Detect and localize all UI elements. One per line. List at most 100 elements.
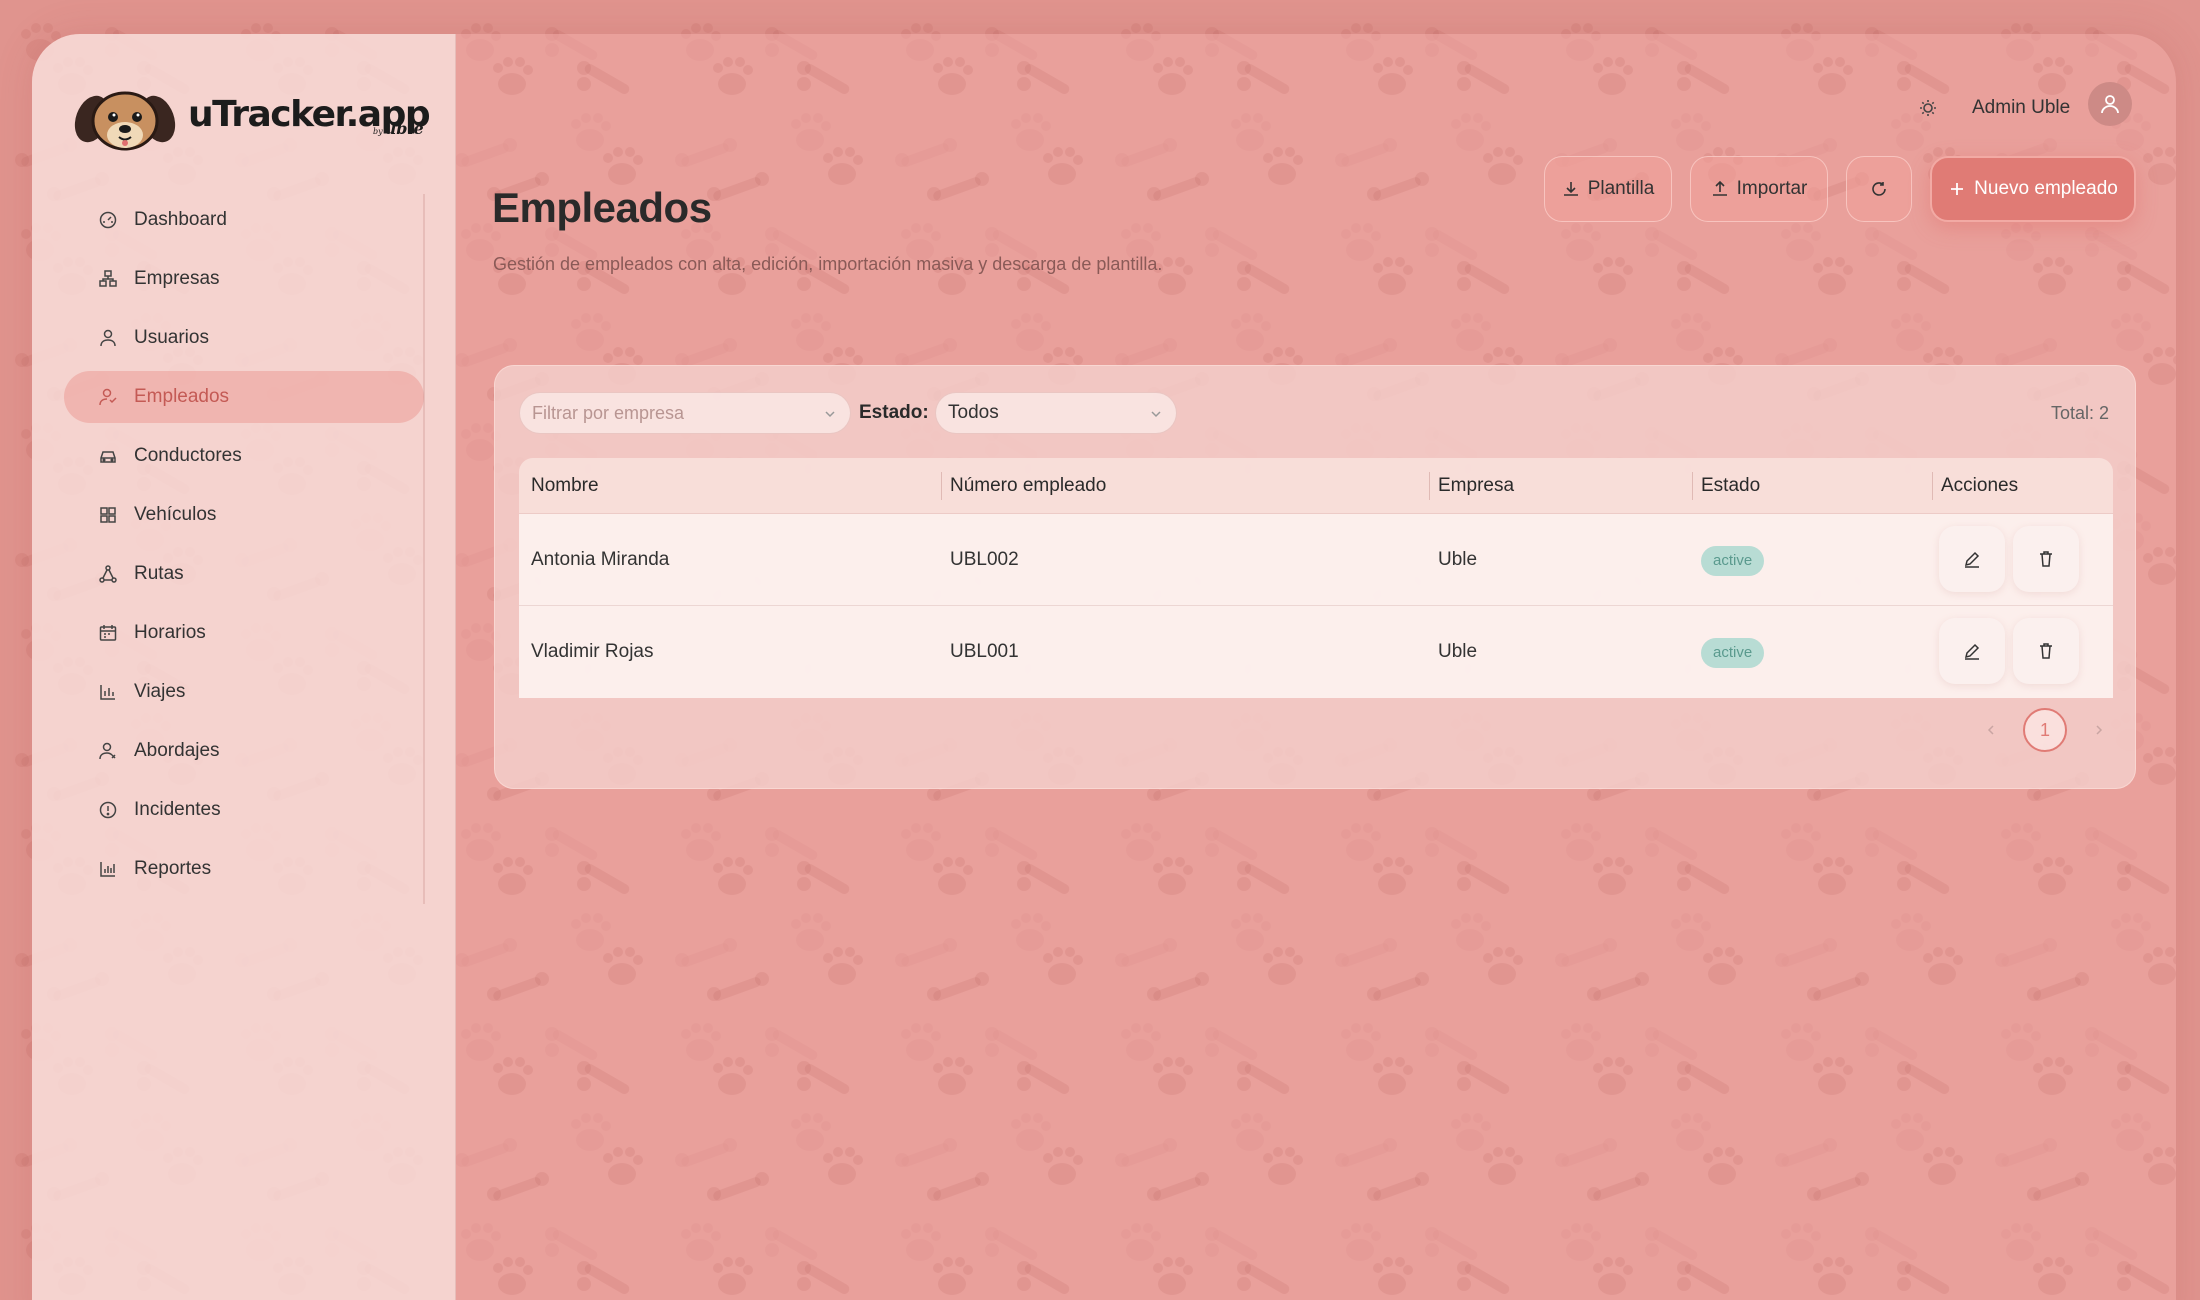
employees-icon bbox=[98, 387, 118, 407]
sidebar-item-label: Incidentes bbox=[134, 799, 221, 820]
upload-icon bbox=[1712, 180, 1727, 196]
bar-chart-icon bbox=[98, 682, 118, 702]
user-avatar-icon bbox=[2101, 95, 2119, 114]
sidebar: uTracker.app by uble Dashboard Empresas U… bbox=[32, 34, 456, 1300]
column-header-acciones: Acciones bbox=[1941, 475, 2019, 496]
cell-empresa: Uble bbox=[1438, 549, 1478, 570]
pencil-icon bbox=[1964, 551, 1980, 568]
new-employee-button[interactable]: Nuevo empleado bbox=[1930, 156, 2136, 222]
sidebar-item-label: Vehículos bbox=[134, 504, 217, 525]
next-page-button[interactable] bbox=[2089, 720, 2109, 740]
column-separator bbox=[1429, 472, 1430, 500]
sidebar-item-conductores[interactable]: Conductores bbox=[64, 430, 424, 482]
sidebar-item-empresas[interactable]: Empresas bbox=[64, 253, 424, 305]
sidebar-item-label: Conductores bbox=[134, 445, 242, 466]
chevron-down-icon bbox=[1151, 411, 1161, 418]
building-icon bbox=[98, 269, 118, 289]
sidebar-item-label: Empresas bbox=[134, 268, 220, 289]
column-separator bbox=[941, 472, 942, 500]
sidebar-item-label: Abordajes bbox=[134, 740, 220, 761]
refresh-button[interactable] bbox=[1846, 156, 1912, 222]
status-filter-select[interactable]: Todos bbox=[935, 392, 1177, 434]
column-header-empresa[interactable]: Empresa bbox=[1438, 458, 1514, 514]
company-filter-placeholder: Filtrar por empresa bbox=[532, 402, 685, 423]
company-filter-select[interactable]: Filtrar por empresa bbox=[519, 392, 851, 434]
sidebar-item-viajes[interactable]: Viajes bbox=[64, 666, 424, 718]
sidebar-item-label: Empleados bbox=[134, 386, 230, 407]
status-filter-label: Estado: bbox=[859, 402, 929, 423]
user-icon bbox=[98, 328, 118, 348]
previous-page-button[interactable] bbox=[1981, 720, 2001, 740]
trash-icon bbox=[2040, 643, 2052, 659]
app-window: uTracker.app by uble Dashboard Empresas U… bbox=[32, 34, 2176, 1300]
column-header-numero[interactable]: Número empleado bbox=[950, 458, 1106, 514]
cell-nombre: Antonia Miranda bbox=[531, 549, 670, 570]
pencil-icon bbox=[1964, 643, 1980, 660]
trash-icon bbox=[2040, 551, 2052, 567]
import-button[interactable]: Importar bbox=[1690, 156, 1828, 222]
status-badge: active bbox=[1701, 638, 1765, 668]
sidebar-item-reportes[interactable]: Reportes bbox=[64, 843, 424, 895]
delete-button[interactable] bbox=[2013, 526, 2079, 592]
table-row[interactable]: Antonia Miranda UBL002 Uble active bbox=[519, 514, 2113, 606]
cell-nombre: Vladimir Rojas bbox=[531, 641, 654, 662]
cell-empresa: Uble bbox=[1438, 641, 1478, 662]
status-filter-value: Todos bbox=[948, 402, 999, 423]
sidebar-item-label: Rutas bbox=[134, 563, 184, 584]
edit-button[interactable] bbox=[1939, 618, 2005, 684]
import-label: Importar bbox=[1736, 178, 1808, 199]
sidebar-item-dashboard[interactable]: Dashboard bbox=[64, 194, 424, 246]
admin-user-name[interactable]: Admin Uble bbox=[1972, 92, 2070, 124]
sidebar-item-label: Reportes bbox=[134, 858, 212, 879]
sidebar-item-vehiculos[interactable]: Vehículos bbox=[64, 489, 424, 541]
status-badge: active bbox=[1701, 546, 1765, 576]
grid-icon bbox=[98, 505, 118, 525]
report-chart-icon bbox=[98, 859, 118, 879]
page-subtitle: Gestión de empleados con alta, edición, … bbox=[493, 254, 1163, 274]
brand-logo[interactable]: uTracker.app bbox=[72, 78, 431, 158]
sidebar-item-abordajes[interactable]: Abordajes bbox=[64, 725, 424, 777]
dashboard-gauge-icon bbox=[98, 210, 118, 230]
table-row[interactable]: Vladimir Rojas UBL001 Uble active bbox=[519, 606, 2113, 698]
avatar[interactable] bbox=[2088, 82, 2132, 126]
new-employee-label: Nuevo empleado bbox=[1974, 178, 2118, 199]
page-title: Empleados bbox=[492, 184, 712, 231]
boarding-icon bbox=[98, 741, 118, 761]
column-separator bbox=[1692, 472, 1693, 500]
column-separator bbox=[1932, 472, 1933, 500]
dog-logo-icon bbox=[74, 91, 176, 151]
main-content: Admin Uble Empleados Gestión de empleado… bbox=[456, 34, 2176, 1300]
sidebar-item-usuarios[interactable]: Usuarios bbox=[64, 312, 424, 364]
column-header-estado[interactable]: Estado bbox=[1701, 458, 1760, 514]
sidebar-item-label: Horarios bbox=[134, 622, 206, 643]
sidebar-item-label: Usuarios bbox=[134, 327, 209, 348]
edit-button[interactable] bbox=[1939, 526, 2005, 592]
plus-icon bbox=[1951, 183, 1964, 195]
download-template-button[interactable]: Plantilla bbox=[1544, 156, 1672, 222]
cell-numero: UBL002 bbox=[950, 549, 1019, 570]
refresh-icon bbox=[1872, 182, 1886, 196]
sidebar-item-rutas[interactable]: Rutas bbox=[64, 548, 424, 600]
sidebar-divider bbox=[423, 194, 425, 904]
sun-icon[interactable] bbox=[1912, 92, 1944, 124]
calendar-icon bbox=[98, 623, 118, 643]
sidebar-item-label: Dashboard bbox=[134, 209, 227, 230]
pagination: 1 bbox=[1981, 708, 2109, 752]
cell-numero: UBL001 bbox=[950, 641, 1019, 662]
download-template-label: Plantilla bbox=[1587, 178, 1655, 199]
sidebar-item-empleados[interactable]: Empleados bbox=[64, 371, 424, 423]
sidebar-nav: Dashboard Empresas Usuarios Empleados Co… bbox=[64, 194, 424, 902]
chevron-left-icon bbox=[1987, 725, 1994, 735]
download-icon bbox=[1563, 182, 1578, 196]
sidebar-item-horarios[interactable]: Horarios bbox=[64, 607, 424, 659]
chevron-down-icon bbox=[825, 411, 835, 418]
column-header-nombre[interactable]: Nombre bbox=[531, 458, 599, 514]
delete-button[interactable] bbox=[2013, 618, 2079, 684]
alert-circle-icon bbox=[98, 800, 118, 820]
table-header: Nombre Número empleado Empresa Estado Ac… bbox=[519, 458, 2113, 514]
sidebar-item-label: Viajes bbox=[134, 681, 186, 702]
page-number-current[interactable]: 1 bbox=[2023, 708, 2067, 752]
sidebar-item-incidentes[interactable]: Incidentes bbox=[64, 784, 424, 836]
employees-card: Filtrar por empresa Estado: Todos Total:… bbox=[494, 365, 2136, 789]
employees-table: Nombre Número empleado Empresa Estado Ac… bbox=[519, 458, 2113, 698]
